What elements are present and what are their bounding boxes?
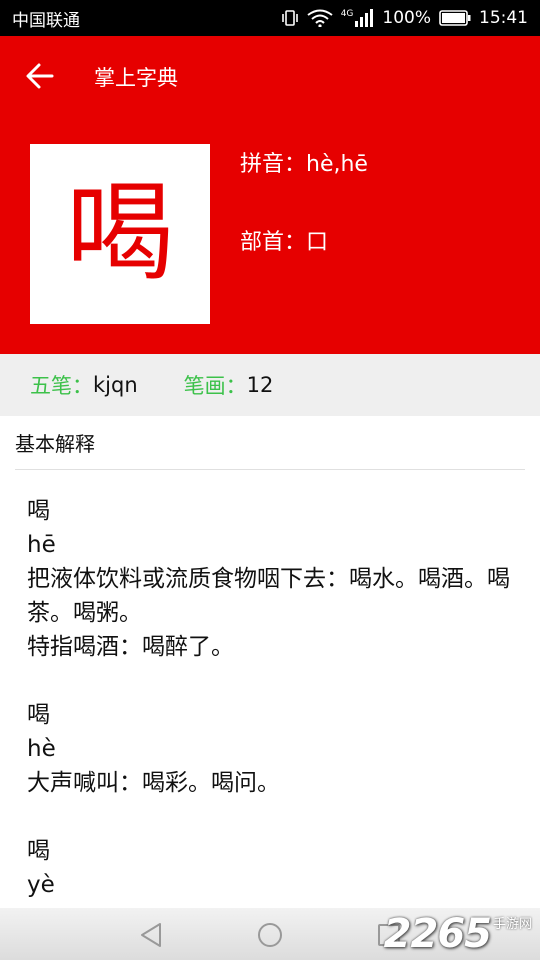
status-icons: 4G 100% 15:41 — [281, 8, 528, 28]
entry-pinyin: hē — [27, 532, 56, 558]
radical-row: 部首：口 — [240, 224, 328, 256]
wifi-icon — [307, 9, 333, 27]
entry-pinyin: hè — [27, 736, 56, 762]
strokes-stat: 笔画： 12 — [184, 370, 274, 400]
wubi-stat: 五笔： kjqn — [30, 370, 138, 400]
pinyin-value: hè,hē — [306, 152, 368, 177]
app-bar: 掌上字典 — [0, 36, 540, 116]
character-glyph: 喝 — [65, 171, 174, 296]
entry-char: 喝 — [27, 838, 50, 864]
carrier-name: 中国联通 — [12, 10, 80, 31]
back-button[interactable] — [22, 58, 58, 94]
nav-home-icon[interactable] — [255, 920, 285, 950]
site-watermark: 2265 手游网 — [384, 906, 532, 956]
signal-icon: 4G — [341, 9, 375, 27]
wubi-value: kjqn — [93, 373, 138, 397]
entry-line: 把液体饮料或流质食物咽下去：喝水。喝酒。喝茶。喝粥。 — [27, 566, 510, 626]
strokes-value: 12 — [246, 373, 274, 397]
definition-entry: 喝 hè 大声喊叫：喝彩。喝问。 — [27, 698, 522, 800]
character-card: 喝 — [30, 144, 210, 324]
stats-strip: 五笔： kjqn 笔画： 12 — [0, 354, 540, 416]
radical-value: 口 — [306, 230, 329, 255]
pinyin-label: 拼音： — [240, 152, 307, 177]
entry-pinyin: yè — [27, 872, 55, 898]
watermark-sub: 手游网 — [492, 917, 532, 932]
back-arrow-icon — [26, 63, 54, 89]
wubi-label: 五笔： — [30, 374, 93, 398]
network-type: 4G — [340, 9, 354, 19]
app-title: 掌上字典 — [94, 66, 178, 90]
battery-icon — [439, 10, 471, 26]
entry-line: 特指喝酒：喝醉了。 — [27, 634, 234, 660]
character-header: 掌上字典 喝 拼音：hè,hē 部首：口 — [0, 36, 540, 354]
strokes-label: 笔画： — [183, 374, 247, 398]
definition-entry: 喝 yè — [27, 834, 522, 902]
definition-list[interactable]: 喝 hē 把液体饮料或流质食物咽下去：喝水。喝酒。喝茶。喝粥。 特指喝酒：喝醉了… — [27, 494, 522, 936]
pinyin-row: 拼音：hè,hē — [240, 146, 368, 178]
watermark-number: 2265 — [383, 911, 492, 957]
section-title: 基本解释 — [15, 428, 525, 470]
entry-char: 喝 — [27, 498, 50, 524]
status-bar: 中国联通 4G 100% 15:41 — [0, 0, 540, 36]
entry-char: 喝 — [27, 702, 50, 728]
entry-line: 大声喊叫：喝彩。喝问。 — [27, 770, 280, 796]
clock: 15:41 — [479, 8, 528, 28]
nav-back-icon[interactable] — [136, 920, 166, 950]
vibrate-icon — [281, 9, 299, 27]
battery-percent: 100% — [382, 8, 431, 28]
radical-label: 部首： — [240, 230, 307, 255]
definition-entry: 喝 hē 把液体饮料或流质食物咽下去：喝水。喝酒。喝茶。喝粥。 特指喝酒：喝醉了… — [27, 494, 522, 664]
